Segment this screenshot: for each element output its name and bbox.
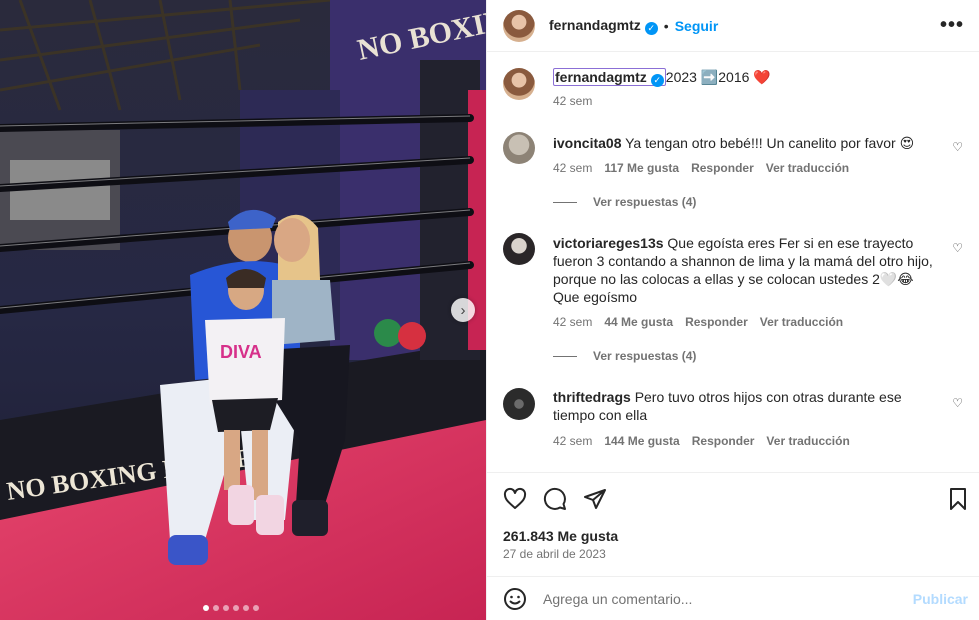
save-bookmark-icon[interactable] (946, 487, 970, 511)
post-photo[interactable]: NO BOXING NO BOXING NO LIFE DIVA › (0, 0, 486, 620)
follow-button[interactable]: Seguir (675, 18, 719, 34)
comment-username[interactable]: thriftedrags (553, 389, 631, 405)
emoji-icon[interactable] (503, 587, 527, 611)
instagram-post-view: NO BOXING NO BOXING NO LIFE DIVA › ferna… (0, 0, 979, 620)
post-actions: 261.843 Me gusta 27 de abril de 2023 (487, 472, 979, 576)
caption-time[interactable]: 42 sem (553, 94, 592, 108)
verified-badge-icon: ✓ (644, 21, 658, 35)
avatar[interactable] (503, 388, 535, 420)
add-comment-input[interactable] (543, 590, 883, 607)
more-options-icon[interactable]: ••• (940, 14, 964, 37)
photo-illustration: NO BOXING NO BOXING NO LIFE DIVA (0, 0, 486, 620)
avatar[interactable] (503, 68, 535, 100)
share-send-icon[interactable] (583, 487, 607, 511)
comment-likes[interactable]: 144 Me gusta (604, 434, 679, 448)
verified-badge-icon: ✓ (650, 73, 664, 87)
carousel-dot (223, 605, 229, 611)
reply-button[interactable]: Responder (685, 315, 748, 329)
avatar[interactable] (503, 233, 535, 265)
comment-username[interactable]: ivoncita08 (553, 135, 621, 151)
post-date[interactable]: 27 de abril de 2023 (503, 547, 606, 561)
carousel-indicator (203, 605, 259, 611)
caption-username[interactable]: fernandagmtz (555, 69, 647, 85)
comment-bubble-icon[interactable] (543, 487, 567, 511)
comment-time[interactable]: 42 sem (553, 161, 592, 175)
translate-button[interactable]: Ver traducción (766, 434, 849, 448)
post-header: fernandagmtz ✓ • Seguir ••• (487, 0, 979, 52)
carousel-dot (233, 605, 239, 611)
carousel-dot (213, 605, 219, 611)
like-comment-heart-icon[interactable]: ♡ (952, 241, 963, 255)
next-photo-button[interactable]: › (451, 298, 475, 322)
avatar[interactable] (503, 9, 535, 42)
translate-button[interactable]: Ver traducción (760, 315, 843, 329)
reply-button[interactable]: Responder (691, 161, 754, 175)
like-comment-heart-icon[interactable]: ♡ (952, 140, 963, 154)
comment-text: Ya tengan otro bebé!!! Un canelito por f… (625, 135, 915, 151)
likes-count[interactable]: 261.843 Me gusta (503, 528, 618, 544)
comment-time[interactable]: 42 sem (553, 434, 592, 448)
comments-list[interactable]: fernandagmtz ✓ 2023 ➡️2016 ❤️ 42 sem ivonc… (487, 52, 979, 472)
replies-line (553, 201, 577, 203)
caption-text: 2023 ➡️2016 ❤️ (665, 69, 771, 85)
chevron-right-icon: › (460, 301, 466, 319)
view-replies-button[interactable]: Ver respuestas (4) (553, 195, 696, 209)
translate-button[interactable]: Ver traducción (766, 161, 849, 175)
separator-dot: • (663, 17, 669, 34)
reply-button[interactable]: Responder (692, 434, 755, 448)
like-heart-icon[interactable] (503, 487, 527, 511)
view-replies-button[interactable]: Ver respuestas (4) (553, 349, 696, 363)
replies-line (553, 355, 577, 357)
publish-button[interactable]: Publicar (913, 591, 968, 607)
comment-likes[interactable]: 44 Me gusta (604, 315, 673, 329)
carousel-dot (203, 605, 209, 611)
comment-username[interactable]: victoriareges13s (553, 235, 664, 251)
carousel-dot (253, 605, 259, 611)
comment-likes[interactable]: 117 Me gusta (604, 161, 679, 175)
add-comment-bar: Publicar (487, 576, 979, 620)
like-comment-heart-icon[interactable]: ♡ (952, 396, 963, 410)
comment-time[interactable]: 42 sem (553, 315, 592, 329)
shirt-text: DIVA (220, 342, 262, 362)
view-replies-label: Ver respuestas (4) (593, 349, 697, 363)
avatar[interactable] (503, 132, 535, 164)
author-username[interactable]: fernandagmtz (549, 17, 641, 33)
carousel-dot (243, 605, 249, 611)
view-replies-label: Ver respuestas (4) (593, 195, 697, 209)
post-side-panel: fernandagmtz ✓ • Seguir ••• fernandagmtz ✓… (486, 0, 979, 620)
